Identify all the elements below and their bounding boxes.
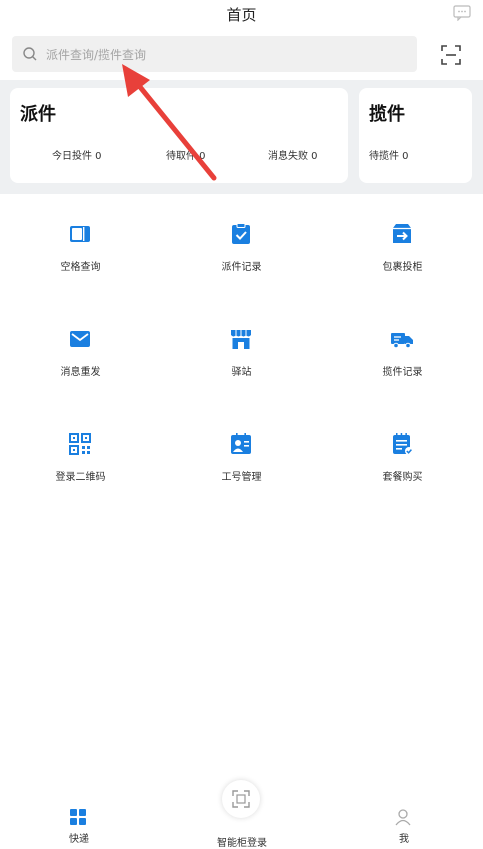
pending-collect-stat[interactable]: 待揽件 0: [369, 147, 409, 162]
grid-item-package-purchase[interactable]: 套餐购买: [322, 404, 483, 484]
collect-card-title: 揽件: [369, 104, 405, 125]
grid-item-collect-records[interactable]: 揽件记录: [322, 299, 483, 379]
tab-me[interactable]: 我: [364, 780, 444, 845]
grid-item-empty-slot-query[interactable]: 空格查询: [0, 194, 161, 274]
mail-icon: [70, 331, 90, 347]
grid-item-label: 工号管理: [221, 472, 262, 483]
tab-smart-cabinet-login[interactable]: 智能柜登录: [202, 780, 282, 849]
clipboard-check-icon: [232, 223, 250, 244]
send-card[interactable]: 派件 今日投件 0 待取件 0 消息失败 0: [10, 88, 348, 183]
tab-express[interactable]: 快递: [39, 780, 119, 845]
grid-item-label: 包裹投柜: [382, 262, 423, 273]
page-title: 首页: [226, 6, 257, 24]
grid-item-message-resend[interactable]: 消息重发: [0, 299, 161, 379]
tab-label: 智能柜登录: [217, 838, 267, 849]
qr-code-icon: [69, 433, 91, 455]
box-arrow-icon: [393, 224, 411, 243]
grid-item-login-qr[interactable]: 登录二维码: [0, 404, 161, 484]
grid-item-label: 登录二维码: [55, 472, 106, 483]
grid-icon: [70, 809, 86, 825]
search-icon: [23, 47, 37, 61]
message-failed-stat[interactable]: 消息失败 0: [268, 147, 318, 162]
search-row: 派件查询/揽件查询: [0, 32, 483, 78]
grid-item-station[interactable]: 驿站: [161, 299, 322, 379]
send-card-title: 派件: [20, 104, 56, 125]
scan-icon: [232, 790, 250, 808]
grid-item-package-drop[interactable]: 包裹投柜: [322, 194, 483, 274]
grid-item-label: 空格查询: [60, 262, 101, 273]
bottom-tab-bar: 快递 智能柜登录 我: [0, 780, 483, 849]
pending-pickup-stat[interactable]: 待取件 0: [166, 147, 206, 162]
collect-card[interactable]: 揽件 待揽件 0: [359, 88, 472, 183]
grid-item-label: 消息重发: [60, 367, 101, 378]
user-icon: [395, 809, 411, 826]
scan-icon[interactable]: [440, 44, 462, 66]
cabinet-icon: [70, 226, 90, 242]
grid-item-label: 驿站: [231, 367, 252, 378]
message-icon[interactable]: [453, 5, 471, 21]
store-icon: [231, 330, 251, 349]
grid-item-label: 揽件记录: [382, 367, 423, 378]
notepad-check-icon: [393, 433, 413, 455]
top-bar: 首页: [0, 0, 483, 30]
grid-item-delivery-records[interactable]: 派件记录: [161, 194, 322, 274]
id-badge-icon: [231, 433, 251, 454]
grid-item-employee-id[interactable]: 工号管理: [161, 404, 322, 484]
today-delivered-stat[interactable]: 今日投件 0: [52, 147, 102, 162]
center-scan-button[interactable]: [222, 780, 260, 818]
tab-label: 快递: [69, 834, 89, 845]
search-placeholder: 派件查询/揽件查询: [46, 48, 147, 62]
truck-icon: [391, 333, 413, 349]
search-input[interactable]: 派件查询/揽件查询: [12, 36, 417, 72]
grid-item-label: 派件记录: [221, 262, 262, 273]
grid-item-label: 套餐购买: [382, 472, 423, 483]
tab-label: 我: [399, 834, 409, 845]
summary-cards: 派件 今日投件 0 待取件 0 消息失败 0 揽件 待揽件 0: [0, 80, 483, 194]
